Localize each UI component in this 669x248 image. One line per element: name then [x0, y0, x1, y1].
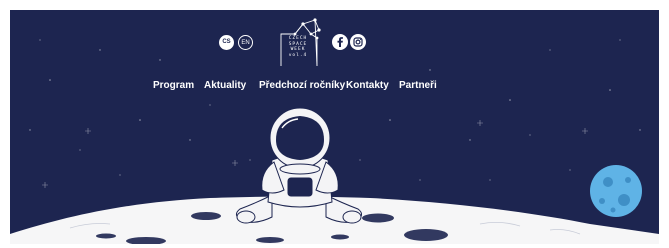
astronaut — [236, 107, 362, 224]
nav-item-aktuality[interactable]: Aktuality — [204, 78, 246, 94]
language-cs-button[interactable]: CS — [219, 35, 234, 50]
logo-line4: vol.4 — [288, 52, 308, 58]
blue-planet — [590, 165, 642, 217]
facebook-icon[interactable] — [332, 34, 348, 50]
logo-text: CZECH SPACE WEEK vol.4 — [281, 36, 315, 58]
stars — [29, 39, 641, 181]
nav-item-kontakty[interactable]: Kontakty — [346, 78, 389, 94]
instagram-icon[interactable] — [350, 34, 366, 50]
hero-banner: CS EN CZECH SPACE WEEK vol.4 Program Akt… — [10, 10, 659, 244]
nav-item-program[interactable]: Program — [153, 78, 194, 94]
language-en-button[interactable]: EN — [238, 35, 253, 50]
main-nav: Program Aktuality Předchozí ročníky Kont… — [10, 78, 659, 94]
nav-item-predchozi-rocniky[interactable]: Předchozí ročníky — [259, 78, 345, 94]
nav-item-partneri[interactable]: Partneři — [399, 78, 437, 94]
